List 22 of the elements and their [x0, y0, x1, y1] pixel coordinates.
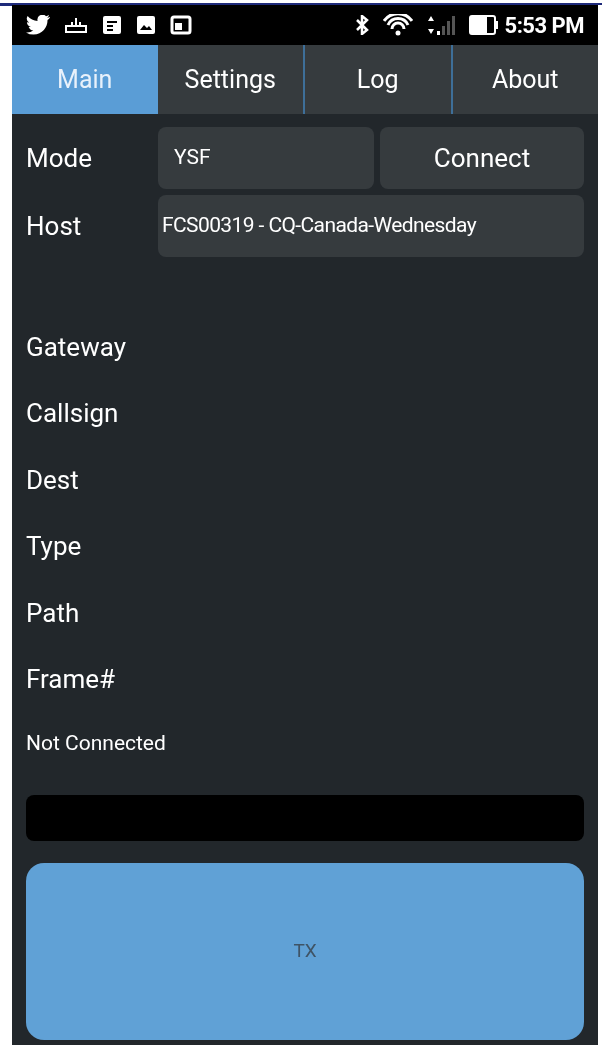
field-label: Gateway [26, 330, 126, 364]
signal-icon [426, 14, 455, 36]
field-label: Callsign [26, 397, 119, 431]
wifi-icon [382, 14, 413, 36]
bird-icon [26, 15, 50, 35]
tx-button: TX [26, 863, 584, 1040]
mode-dropdown[interactable]: YSF [158, 127, 374, 189]
clock-time: 5:53 PM [504, 11, 584, 40]
battery-icon [468, 15, 499, 35]
connect-button[interactable]: Connect [380, 127, 584, 189]
field-label: Type [26, 530, 82, 564]
mode-label: Mode [26, 141, 93, 175]
field-label: Dest [26, 463, 79, 497]
field-label: Path [26, 596, 80, 630]
host-label: Host [26, 209, 83, 243]
document-icon [102, 15, 122, 35]
host-dropdown[interactable]: FCS00319 - CQ-Canada-Wednesday [158, 195, 584, 257]
field-label: Frame# [26, 663, 116, 697]
connection-status: Not Connected [26, 730, 166, 758]
bluetooth-icon [354, 15, 369, 35]
window-icon [170, 15, 192, 35]
image-icon [136, 15, 156, 35]
